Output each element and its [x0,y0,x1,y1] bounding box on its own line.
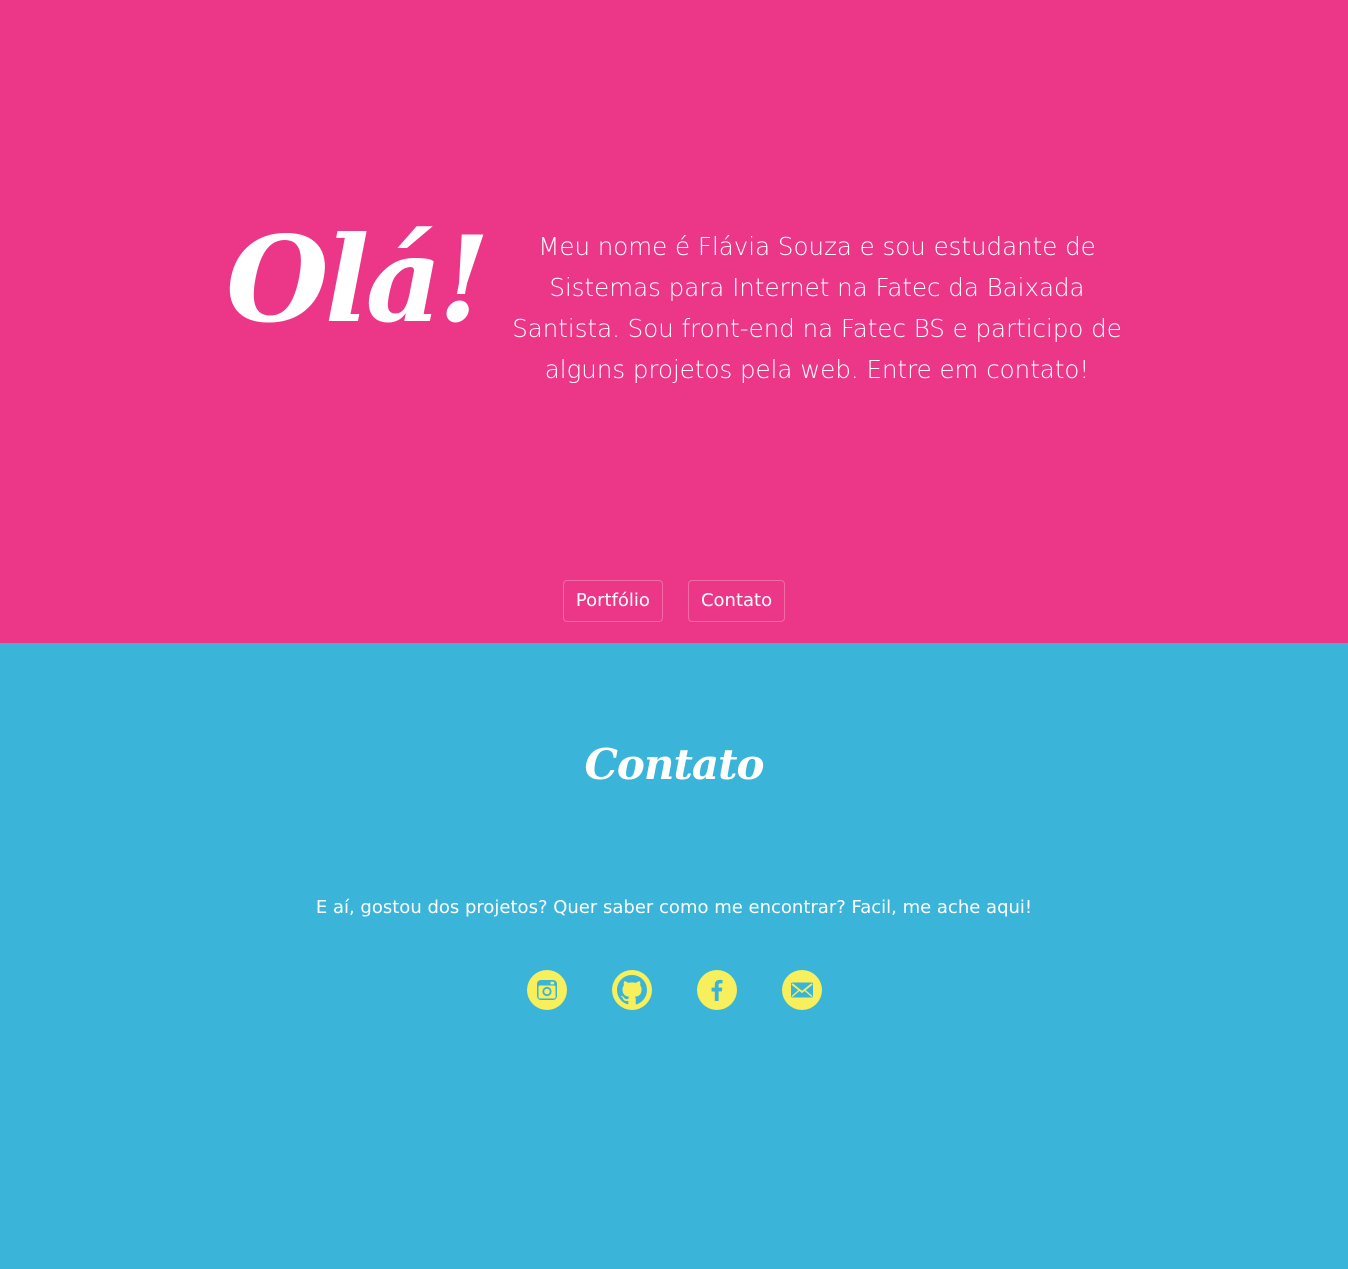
github-icon [616,975,647,1005]
facebook-link[interactable] [696,970,737,1010]
instagram-link[interactable] [526,970,567,1010]
github-link[interactable] [611,970,652,1010]
social-links [0,970,1348,1010]
hero-greeting: Olá! [226,210,490,349]
email-link[interactable] [781,970,822,1010]
facebook-icon [711,979,722,1001]
contact-text: E aí, gostou dos projetos? Quer saber co… [315,897,1033,918]
contact-title: Contato [584,740,764,789]
portfolio-button[interactable]: Portfólio [562,580,663,622]
instagram-icon [536,980,557,1000]
email-icon [790,982,813,998]
hero-section: Olá! Meu nome é Flávia Souza e sou estud… [0,0,1348,643]
hero-nav: Portfólio Contato [0,580,1348,622]
contact-button[interactable]: Contato [687,580,786,622]
hero-intro-text: Meu nome é Flávia Souza e sou estudante … [512,232,1122,384]
contact-section: Contato E aí, gostou dos projetos? Quer … [0,643,1348,1269]
